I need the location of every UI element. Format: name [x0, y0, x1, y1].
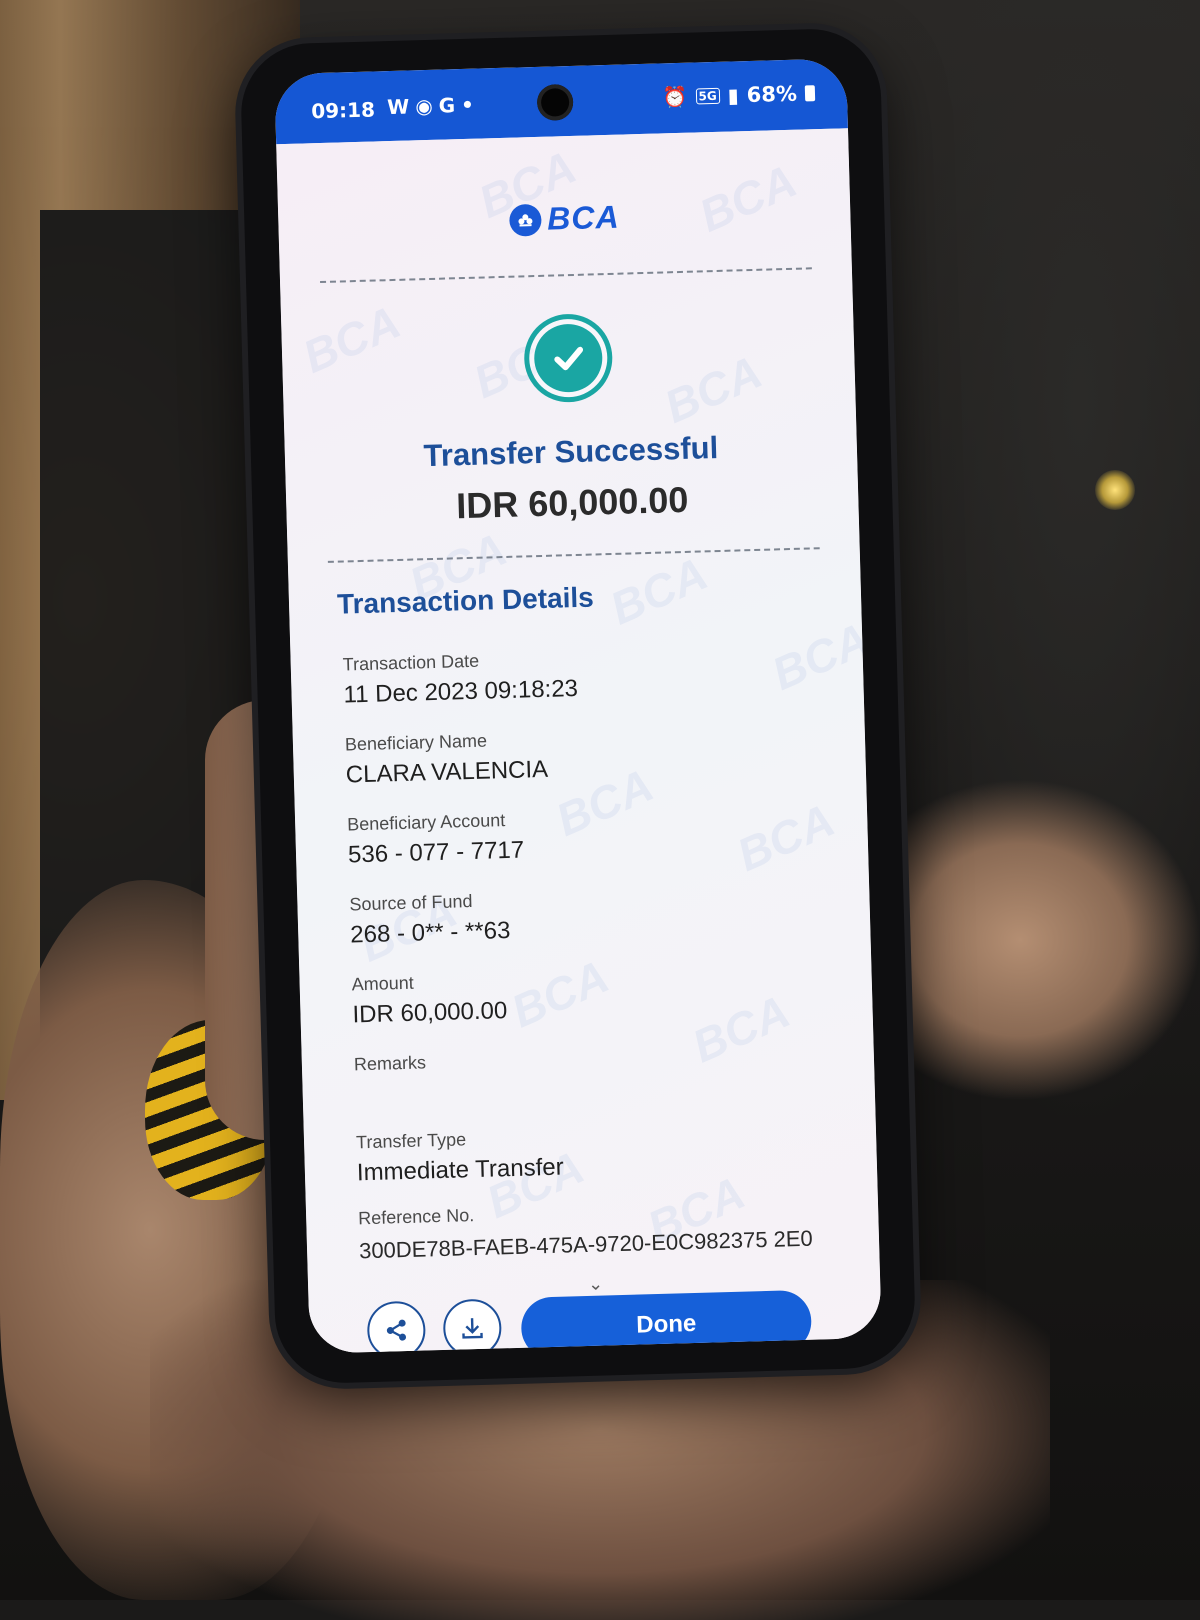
bca-logo-icon — [509, 203, 542, 236]
source-of-fund-value: 268 - 0** - **63 — [350, 917, 511, 949]
notification-icons: W ◉ G • — [387, 93, 474, 119]
scroll-down-icon[interactable]: ⌄ — [588, 1274, 604, 1295]
battery-percent: 68% — [746, 82, 797, 107]
bca-watermark: BCA — [503, 949, 616, 1038]
beneficiary-name-label: Beneficiary Name — [345, 729, 548, 756]
beneficiary-account-row: Beneficiary Account 536 - 077 - 7717 — [347, 810, 525, 870]
transfer-type-label: Transfer Type — [356, 1127, 563, 1154]
bca-watermark: BCA — [729, 793, 842, 882]
amount-value: IDR 60,000.00 — [352, 997, 508, 1029]
bca-logo: BCA — [278, 192, 851, 245]
front-camera — [537, 84, 574, 121]
beneficiary-account-value: 536 - 077 - 7717 — [348, 837, 525, 870]
source-of-fund-label: Source of Fund — [349, 890, 510, 915]
remarks-value — [354, 1079, 426, 1081]
beneficiary-account-label: Beneficiary Account — [347, 810, 524, 836]
bca-watermark: BCA — [684, 984, 797, 1073]
receipt-content: BCA BCA BCA BCA BCA BCA BCA BCA BCA BCA … — [276, 128, 882, 1353]
reference-no-value: 300DE78B-FAEB-475A-9720-E0C982375 2E0 — [359, 1222, 830, 1267]
transfer-type-row: Transfer Type Immediate Transfer — [356, 1127, 564, 1188]
status-time: 09:18 — [311, 97, 375, 123]
beneficiary-name-value: CLARA VALENCIA — [345, 756, 548, 790]
notification-dot-icon: • — [461, 93, 474, 117]
bca-watermark: BCA — [764, 612, 877, 701]
transfer-amount: IDR 60,000.00 — [286, 474, 859, 532]
transaction-date-value: 11 Dec 2023 09:18:23 — [343, 675, 578, 710]
background-light — [1095, 470, 1135, 510]
amount-label: Amount — [351, 970, 506, 995]
bca-watermark: BCA — [602, 546, 715, 635]
beneficiary-name-row: Beneficiary Name CLARA VALENCIA — [345, 729, 549, 790]
download-icon — [459, 1315, 486, 1342]
transfer-status-title: Transfer Successful — [285, 426, 858, 478]
divider — [328, 547, 820, 563]
bca-logo-text: BCA — [547, 199, 620, 238]
download-button[interactable] — [443, 1298, 503, 1353]
divider — [320, 267, 812, 283]
notification-icon-g: G — [438, 93, 455, 117]
notification-icon-w: W — [387, 94, 410, 119]
transaction-date-label: Transaction Date — [342, 648, 577, 676]
amount-row: Amount IDR 60,000.00 — [351, 970, 507, 1029]
remarks-row: Remarks — [354, 1052, 427, 1081]
share-icon — [383, 1317, 410, 1344]
source-of-fund-row: Source of Fund 268 - 0** - **63 — [349, 890, 511, 949]
done-button[interactable]: Done — [521, 1290, 813, 1354]
transaction-details-heading: Transaction Details — [337, 582, 595, 621]
remarks-label: Remarks — [354, 1052, 427, 1075]
phone: 09:18 W ◉ G • ⏰ 5G ▮ 68% BCA BCA BCA BCA… — [239, 27, 916, 1384]
chat-icon: ◉ — [415, 94, 433, 118]
signal-icon: ▮ — [727, 83, 739, 107]
transaction-date-row: Transaction Date 11 Dec 2023 09:18:23 — [342, 648, 578, 710]
network-type: 5G — [695, 88, 720, 105]
right-hand — [880, 780, 1200, 1100]
share-button[interactable] — [367, 1301, 427, 1354]
transfer-type-value: Immediate Transfer — [357, 1154, 564, 1188]
reference-no-row: Reference No. 300DE78B-FAEB-475A-9720-E0… — [358, 1195, 829, 1267]
bca-watermark: BCA — [548, 758, 661, 847]
action-bar: Done — [309, 1288, 882, 1354]
bca-watermark: BCA — [295, 294, 408, 383]
alarm-icon: ⏰ — [662, 85, 688, 110]
battery-icon — [805, 85, 815, 101]
system-icons: ⏰ 5G ▮ 68% — [662, 81, 815, 109]
phone-screen: 09:18 W ◉ G • ⏰ 5G ▮ 68% BCA BCA BCA BCA… — [274, 58, 882, 1353]
success-check-icon — [523, 313, 613, 403]
bca-watermark: BCA — [657, 344, 770, 433]
